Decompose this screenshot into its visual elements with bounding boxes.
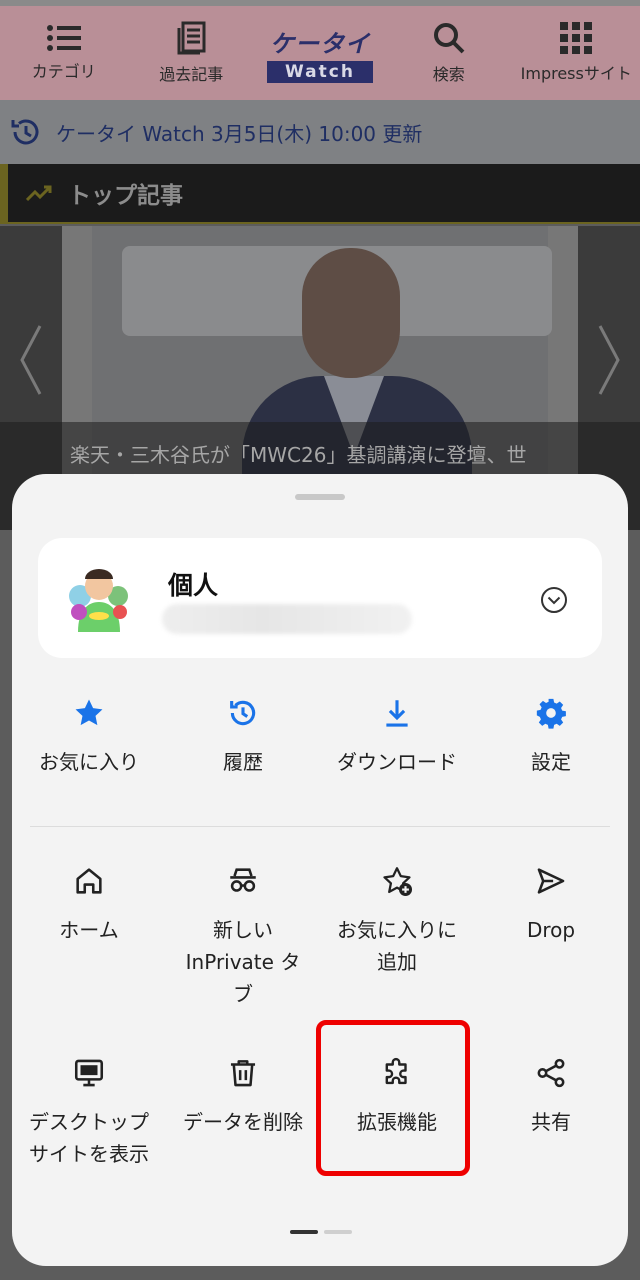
- share-icon: [537, 1058, 565, 1088]
- trending-icon: [26, 185, 52, 202]
- update-bar: ケータイ Watch 3月5日(木) 10:00 更新: [0, 100, 640, 164]
- speaker-head: [302, 248, 400, 378]
- send-icon: [537, 868, 565, 894]
- favorites-label: お気に入り: [39, 750, 139, 774]
- add-favorite-button[interactable]: お気に入りに追加: [320, 864, 474, 1010]
- inprivate-tab-button[interactable]: 新しい InPrivate タブ: [166, 864, 320, 1010]
- update-text: ケータイ Watch 3月5日(木) 10:00 更新: [56, 121, 423, 146]
- gear-icon: [536, 698, 566, 729]
- account-email-blurred: [162, 604, 412, 634]
- archive-icon: [177, 21, 206, 55]
- add-favorite-label: お気に入りに追加: [337, 918, 457, 974]
- page-indicator-inactive[interactable]: [324, 1230, 352, 1234]
- nav-impress[interactable]: Impressサイト: [513, 6, 640, 100]
- drop-button[interactable]: Drop: [474, 864, 628, 1010]
- star-icon: [75, 699, 103, 726]
- nav-category-label: カテゴリ: [31, 62, 96, 81]
- nav-category[interactable]: カテゴリ: [0, 6, 128, 100]
- logo-text-top: ケータイ: [270, 29, 370, 58]
- star-add-icon: [383, 867, 413, 897]
- share-label: 共有: [531, 1110, 571, 1134]
- downloads-button[interactable]: ダウンロード: [320, 696, 474, 778]
- home-label: ホーム: [59, 918, 119, 942]
- clock-icon: [11, 119, 39, 145]
- carousel-next-icon[interactable]: [594, 322, 624, 398]
- drop-label: Drop: [526, 918, 576, 942]
- desktop-site-button[interactable]: デスクトップ サイトを表示: [12, 1056, 166, 1170]
- search-icon: [433, 23, 465, 54]
- menu-divider: [30, 826, 610, 827]
- chevron-down-circle-icon[interactable]: [540, 586, 568, 614]
- settings-label: 設定: [531, 750, 571, 774]
- section-header: トップ記事: [0, 164, 640, 224]
- carousel-prev-icon[interactable]: [16, 322, 46, 398]
- delete-data-label: データを削除: [183, 1110, 303, 1134]
- trash-icon: [230, 1060, 256, 1087]
- home-button[interactable]: ホーム: [12, 864, 166, 1010]
- account-card[interactable]: 個人: [38, 538, 602, 658]
- downloads-label: ダウンロード: [337, 750, 457, 774]
- account-name: 個人: [168, 571, 219, 600]
- article-caption[interactable]: 楽天・三木谷氏が「MWC26」基調講演に登壇、世: [70, 440, 570, 470]
- inprivate-tab-label: 新しい InPrivate タブ: [185, 918, 301, 1006]
- history-label: 履歴: [223, 750, 263, 774]
- site-logo[interactable]: ケータイ Watch: [255, 6, 385, 100]
- delete-data-button[interactable]: データを削除: [166, 1056, 320, 1170]
- menu-row-actions: ホーム 新しい InPrivate タブ お気に入りに追加 Drop: [12, 864, 628, 1010]
- menu-row-primary: お気に入り 履歴 ダウンロード 設定: [12, 696, 628, 778]
- nav-impress-label: Impressサイト: [520, 64, 632, 83]
- history-icon: [230, 700, 256, 726]
- history-button[interactable]: 履歴: [166, 696, 320, 778]
- desktop-site-label: デスクトップ サイトを表示: [29, 1110, 149, 1166]
- share-button[interactable]: 共有: [474, 1056, 628, 1170]
- sheet-grabber[interactable]: [295, 494, 345, 500]
- settings-button[interactable]: 設定: [474, 696, 628, 778]
- list-icon: [46, 25, 81, 51]
- nav-archive[interactable]: 過去記事: [128, 6, 256, 100]
- nav-search-label: 検索: [432, 65, 465, 84]
- desktop-icon: [74, 1059, 104, 1087]
- download-icon: [386, 700, 408, 727]
- nav-archive-label: 過去記事: [159, 65, 224, 84]
- section-title: トップ記事: [68, 183, 183, 209]
- home-icon: [76, 868, 102, 894]
- inprivate-icon: [230, 868, 256, 892]
- favorites-button[interactable]: お気に入り: [12, 696, 166, 778]
- page-indicator-active: [290, 1230, 318, 1234]
- avatar: [69, 569, 128, 632]
- grid-icon: [560, 22, 593, 54]
- logo-text-bottom: Watch: [267, 60, 373, 83]
- site-header: カテゴリ 過去記事 ケータイ Watch 検索 Impressサイト: [0, 0, 640, 100]
- extensions-highlight-box: [316, 1020, 470, 1176]
- browser-menu-sheet: 個人 お気に入り 履歴 ダウンロード 設定 ホーム 新しい InPrivate …: [12, 474, 628, 1266]
- nav-search[interactable]: 検索: [385, 6, 513, 100]
